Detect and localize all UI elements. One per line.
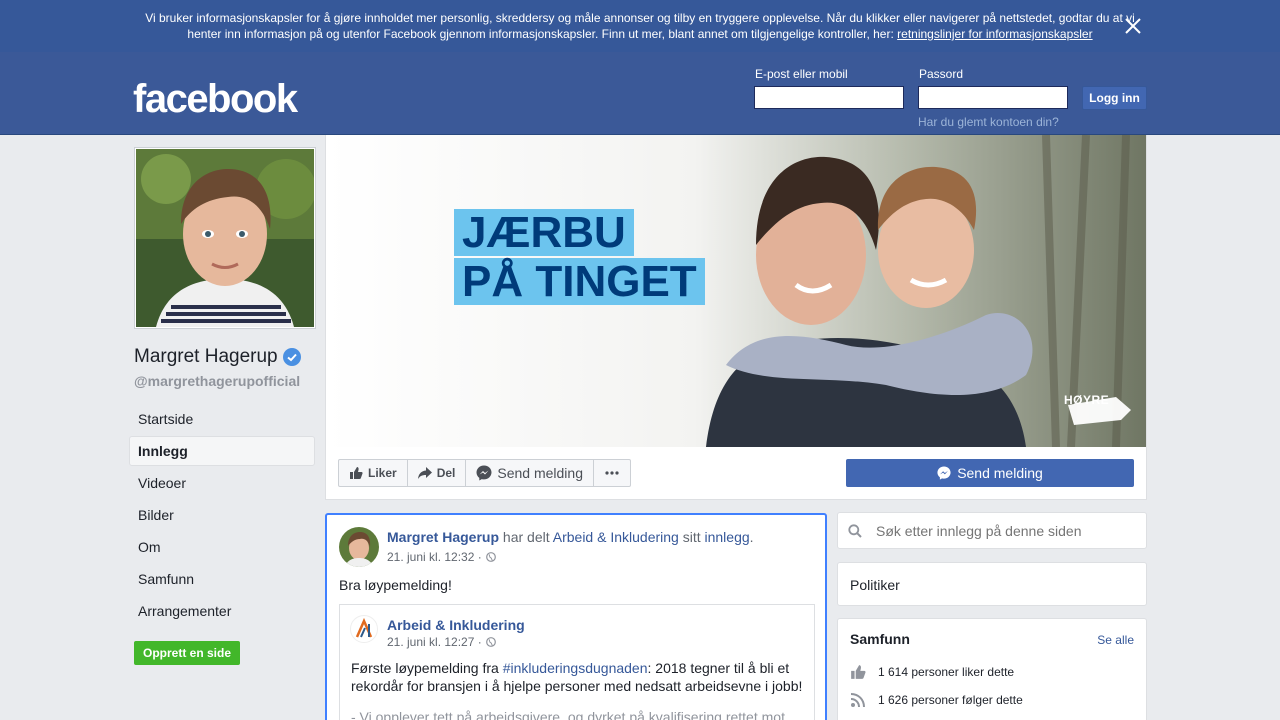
party-logo-text: HØYRE [1064, 393, 1110, 407]
top-header: facebook E-post eller mobil Passord Logg… [0, 52, 1280, 135]
create-page-button[interactable]: Opprett en side [134, 641, 240, 665]
email-label: E-post eller mobil [755, 67, 848, 81]
page-action-bar: Liker Del Send melding [338, 459, 631, 487]
post-header: Margret Hagerup har delt Arbeid & Inklud… [387, 529, 754, 545]
post-timestamp[interactable]: 21. juni kl. 12:32 · [387, 550, 496, 564]
password-label: Passord [919, 67, 964, 81]
page-handle: @margrethagerupofficial [134, 373, 301, 389]
send-message-primary-button[interactable]: Send melding [846, 459, 1134, 487]
share-button[interactable]: Del [408, 460, 467, 486]
page-name: Margret Hagerup [134, 346, 278, 367]
like-button[interactable]: Liker [339, 460, 408, 486]
globe-icon [485, 552, 496, 562]
cookie-banner: Vi bruker informasjonskapsler for å gjør… [0, 0, 1280, 52]
shared-post-card[interactable]: Arbeid & Inkludering 21. juni kl. 12:27 … [339, 604, 815, 720]
avatar[interactable] [350, 615, 378, 643]
message-button[interactable]: Send melding [466, 460, 594, 486]
close-icon[interactable] [1124, 17, 1142, 35]
cookie-policy-link[interactable]: retningslinjer for informasjonskapsler [897, 27, 1092, 41]
nav-item-startside[interactable]: Startside [129, 404, 315, 434]
followers-count: 1 626 personer følger dette [850, 692, 1023, 708]
nav-item-samfunn[interactable]: Samfunn [129, 564, 315, 594]
more-options-button[interactable] [594, 460, 630, 486]
profile-photo [136, 149, 314, 327]
page-category[interactable]: Politiker [837, 562, 1147, 606]
community-card: Samfunn Se alle 1 614 personer liker det… [837, 618, 1147, 720]
shared-post-continued: - Vi opplever tett på arbeidsgivere, og … [351, 709, 785, 720]
more-dots-icon [605, 471, 619, 475]
post-author-link[interactable]: Margret Hagerup [387, 529, 499, 545]
thumbs-up-icon [350, 467, 363, 479]
forgot-account-link[interactable]: Har du glemt kontoen din? [918, 115, 1059, 129]
author-avatar-image [339, 527, 379, 567]
likes-count: 1 614 personer liker dette [850, 664, 1014, 680]
shared-author-link[interactable]: Arbeid & Inkludering [387, 617, 525, 633]
share-arrow-icon [417, 467, 432, 479]
search-icon [848, 524, 862, 538]
cover-photo[interactable]: JÆRBU PÅ TINGET HØYRE [326, 135, 1146, 447]
verified-badge-icon [282, 348, 301, 366]
cover-section: JÆRBU PÅ TINGET HØYRE Liker Del Send mel… [325, 135, 1147, 500]
nav-item-bilder[interactable]: Bilder [129, 500, 315, 530]
page-post-search [837, 512, 1147, 549]
nav-item-videoer[interactable]: Videoer [129, 468, 315, 498]
login-button[interactable]: Logg inn [1082, 86, 1147, 110]
nav-item-innlegg[interactable]: Innlegg [129, 436, 315, 466]
facebook-logo[interactable]: facebook [133, 77, 298, 122]
avatar[interactable] [339, 527, 379, 567]
see-all-link[interactable]: Se alle [1097, 633, 1134, 647]
feed-post: Margret Hagerup har delt Arbeid & Inklud… [325, 513, 827, 720]
cover-image [326, 135, 1146, 447]
email-field[interactable] [754, 86, 904, 109]
shared-post-link[interactable]: innlegg [705, 529, 750, 545]
messenger-icon [937, 466, 951, 480]
page-title: Margret Hagerup [134, 346, 301, 368]
rss-follow-icon [850, 693, 865, 708]
search-input[interactable] [876, 521, 1136, 541]
messenger-icon [476, 465, 492, 481]
shared-page-link[interactable]: Arbeid & Inkludering [553, 529, 679, 545]
cover-headline-line2: PÅ TINGET [454, 258, 705, 305]
cover-headline-line1: JÆRBU [454, 209, 634, 256]
arbeid-inkludering-logo-icon [355, 617, 373, 638]
thumbs-up-icon [851, 665, 866, 679]
globe-icon [485, 637, 496, 647]
nav-item-om[interactable]: Om [129, 532, 315, 562]
page-navigation: Startside Innlegg Videoer Bilder Om Samf… [129, 404, 315, 628]
shared-post-body: Første løypemelding fra #inkluderingsdug… [351, 660, 803, 694]
community-title: Samfunn [850, 631, 910, 647]
cookie-text: Vi bruker informasjonskapsler for å gjør… [145, 11, 1135, 41]
profile-picture[interactable] [134, 147, 316, 329]
nav-item-arrangementer[interactable]: Arrangementer [129, 596, 315, 626]
hashtag-link[interactable]: #inkluderingsdugnaden [503, 660, 648, 676]
post-body: Bra løypemelding! [339, 577, 452, 593]
password-field[interactable] [918, 86, 1068, 109]
shared-post-timestamp[interactable]: 21. juni kl. 12:27 · [387, 635, 496, 649]
